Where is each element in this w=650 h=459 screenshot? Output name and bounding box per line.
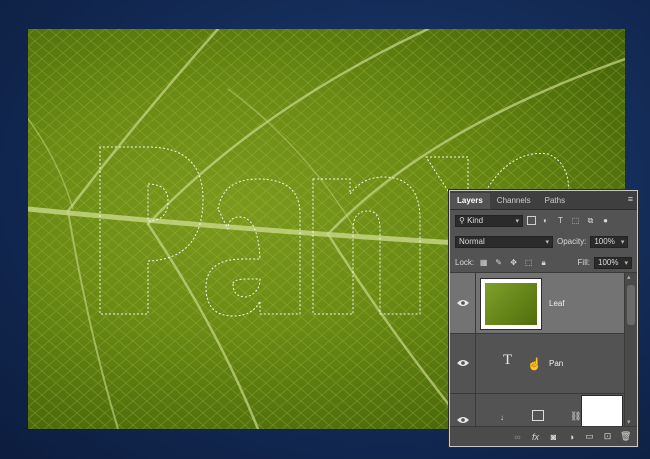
- type-filter-icon[interactable]: T: [555, 215, 566, 226]
- chain-link-icon: ⛓: [570, 411, 582, 421]
- eye-icon[interactable]: [457, 359, 469, 367]
- adjustment-filter-icon[interactable]: ◐: [540, 215, 551, 226]
- layer-name: Pan: [549, 359, 564, 368]
- layer-row-leaf[interactable]: Leaf: [450, 273, 625, 334]
- chevron-down-icon: ▾: [620, 238, 625, 246]
- panel-bottom-toolbar: ∞ fx ◙ ◑ ▭ ⊡ 🗑︎: [450, 426, 637, 446]
- link-layers-icon[interactable]: ∞: [512, 432, 523, 442]
- add-mask-icon[interactable]: ◙: [548, 432, 559, 442]
- adjustment-thumbnail-icon: [532, 410, 544, 421]
- new-layer-icon[interactable]: ⊡: [602, 431, 613, 442]
- search-icon: ⚲: [459, 216, 468, 225]
- tab-paths[interactable]: Paths: [538, 193, 572, 209]
- tab-channels[interactable]: Channels: [490, 193, 538, 209]
- lock-position-icon[interactable]: ✥: [508, 257, 519, 268]
- filter-kind-label: Kind: [467, 216, 484, 225]
- scroll-up-icon[interactable]: ▴: [627, 273, 631, 281]
- layer-row-fill[interactable]: ↓ ⛓: [450, 393, 625, 426]
- opacity-field[interactable]: 100% ▾: [590, 235, 629, 248]
- trash-icon[interactable]: 🗑︎: [620, 431, 631, 442]
- lock-all-icon[interactable]: 🔒︎: [538, 257, 549, 268]
- chevron-down-icon: ▾: [624, 259, 628, 267]
- leaf-thumbnail-image: [485, 283, 537, 325]
- chevron-down-icon: ▾: [545, 238, 549, 246]
- lock-image-icon[interactable]: ✎: [493, 257, 504, 268]
- blend-mode-value: Normal: [459, 237, 485, 246]
- layer-mask-thumbnail: [581, 395, 623, 426]
- panel-menu-icon[interactable]: ≡: [628, 194, 633, 204]
- panel-tab-bar: Layers Channels Paths ≡: [450, 191, 637, 210]
- filter-toggle-icon[interactable]: ●: [600, 215, 611, 226]
- lock-row: Lock: ▦ ✎ ✥ ⬚ 🔒︎ Fill: 100% ▾: [450, 252, 637, 273]
- layers-scrollbar[interactable]: ▴ ▾: [624, 273, 637, 426]
- hand-cursor-icon: ☝: [527, 357, 542, 371]
- pixel-filter-icon[interactable]: [527, 216, 536, 225]
- blend-mode-select[interactable]: Normal ▾: [455, 235, 553, 248]
- smart-object-filter-icon[interactable]: ⧉: [585, 215, 596, 226]
- adjustment-layer-icon[interactable]: ◑: [566, 432, 577, 442]
- filter-row: ⚲ Kind ▾ ◐ T ⬚ ⧉ ●: [450, 210, 637, 231]
- fill-label: Fill:: [577, 258, 590, 267]
- layer-thumbnail: [480, 278, 542, 330]
- shape-filter-icon[interactable]: ⬚: [570, 215, 581, 226]
- eye-icon[interactable]: [457, 416, 469, 424]
- layer-name: Leaf: [549, 299, 565, 308]
- filter-kind-select[interactable]: ⚲ Kind ▾: [455, 214, 523, 227]
- tab-layers[interactable]: Layers: [450, 193, 490, 209]
- eye-icon[interactable]: [457, 299, 469, 307]
- fill-value: 100%: [598, 258, 619, 267]
- lock-label: Lock:: [455, 258, 475, 267]
- scrollbar-thumb[interactable]: [627, 285, 635, 325]
- artboard-lock-icon[interactable]: ⬚: [523, 257, 534, 268]
- clip-arrow-icon: ↓: [500, 413, 504, 422]
- opacity-value: 100%: [594, 237, 615, 246]
- blend-row: Normal ▾ Opacity: 100% ▾: [450, 231, 637, 252]
- chevron-down-icon: ▾: [515, 217, 519, 225]
- fill-field[interactable]: 100% ▾: [594, 256, 632, 269]
- lock-transparent-icon[interactable]: ▦: [478, 257, 489, 268]
- group-folder-icon[interactable]: ▭: [584, 431, 595, 442]
- scroll-down-icon[interactable]: ▾: [627, 418, 631, 426]
- opacity-label: Opacity:: [557, 237, 587, 246]
- layer-row-pan[interactable]: T ☝ Pan: [450, 333, 625, 394]
- fx-icon[interactable]: fx: [530, 432, 541, 442]
- type-layer-icon: T: [503, 352, 513, 368]
- layers-list: Leaf T ☝ Pan ↓ ⛓ ▴ ▾: [450, 272, 637, 426]
- layers-panel: Layers Channels Paths ≡ ⚲ Kind ▾ ◐ T ⬚ ⧉…: [449, 190, 638, 447]
